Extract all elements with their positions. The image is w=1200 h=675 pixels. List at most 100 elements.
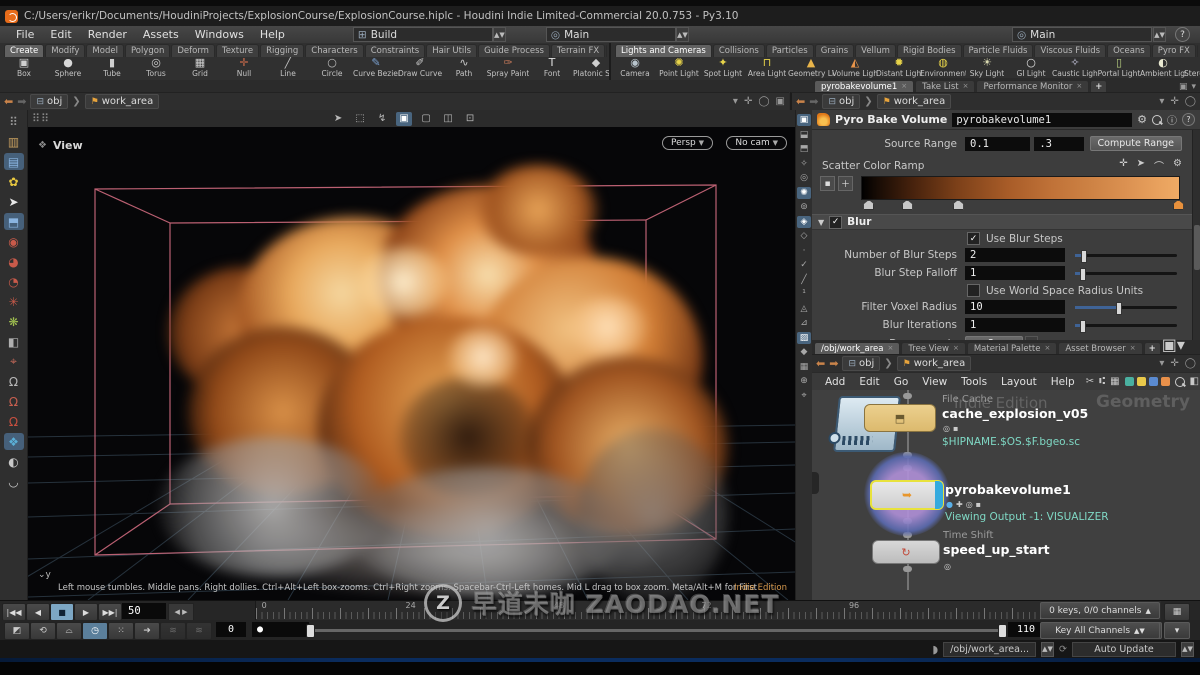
- crosshair-icon[interactable]: ⌖: [797, 390, 811, 402]
- view-mode-icon[interactable]: ◫: [440, 112, 456, 126]
- step-back-button[interactable]: ◀: [26, 603, 50, 621]
- ramp-arrow-icon[interactable]: ➤: [1137, 158, 1145, 173]
- shelf-tool-line[interactable]: ╱Line: [266, 57, 310, 80]
- network-panel-icon[interactable]: ◧: [1190, 376, 1199, 387]
- magnet-red-icon[interactable]: Ω: [4, 393, 24, 410]
- audio-icon[interactable]: ⟲: [30, 622, 56, 640]
- grid-display-icon[interactable]: ▨: [797, 332, 811, 344]
- breadcrumb-current[interactable]: ⚑ work_area: [85, 94, 160, 109]
- shelf-tool-area-light[interactable]: ⊓Area Light: [745, 57, 789, 80]
- param-link-icon[interactable]: ◯: [1185, 96, 1196, 107]
- panel-icon[interactable]: ▣: [776, 96, 785, 107]
- select-dynamics-icon[interactable]: ↯: [374, 112, 390, 126]
- select-pointer-icon[interactable]: ➤: [4, 193, 24, 210]
- shelf-tab-rigging[interactable]: Rigging: [260, 44, 304, 57]
- shelf-tab-rigid-bodies[interactable]: Rigid Bodies: [897, 44, 962, 57]
- drag-handle-icon[interactable]: ⠿: [4, 113, 24, 130]
- node-name-field[interactable]: pyrobakevolume1: [952, 113, 1132, 127]
- pane-split-icon[interactable]: ▾: [1177, 335, 1185, 354]
- network-menu-edit[interactable]: Edit: [852, 376, 886, 388]
- shelf-tool-box[interactable]: ▣Box: [2, 57, 46, 80]
- shelf-tool-grid[interactable]: ▦Grid: [178, 57, 222, 80]
- colored-tool-icon[interactable]: [1137, 377, 1146, 386]
- shelf-tool-spray-paint[interactable]: ✑Spray Paint: [486, 57, 530, 80]
- network-breadcrumb-current[interactable]: ⚑ work_area: [897, 356, 972, 371]
- blur-checkbox[interactable]: ✓: [829, 216, 842, 229]
- param-tab-take-list[interactable]: Take List×: [915, 80, 975, 92]
- param-breadcrumb-current[interactable]: ⚑ work_area: [877, 94, 952, 109]
- info-badge-icon[interactable]: ●: [946, 500, 953, 509]
- desktop-stepper[interactable]: ▲▼: [493, 27, 506, 42]
- network-forward-arrow-icon[interactable]: ➡: [829, 357, 838, 370]
- network-tab-tree-view[interactable]: Tree View×: [901, 342, 965, 354]
- keys-status-button[interactable]: 0 keys, 0/0 channels▲: [1040, 602, 1160, 619]
- pose-tool-icon[interactable]: ◉: [4, 233, 24, 250]
- layout-combo-left[interactable]: ◎ Main: [546, 27, 676, 42]
- branch-icon[interactable]: ⑆: [1099, 376, 1105, 387]
- camera-view-icon[interactable]: ⬓: [797, 129, 811, 141]
- shelf-tool-caustic-light[interactable]: ✧Caustic Light: [1053, 57, 1097, 80]
- network-tab-asset-browser[interactable]: Asset Browser×: [1058, 342, 1142, 354]
- blur-iterations-field[interactable]: 1: [965, 318, 1065, 332]
- magnet-red2-icon[interactable]: Ω: [4, 413, 24, 430]
- world-space-checkbox[interactable]: [967, 284, 980, 297]
- shelf-tab-vellum[interactable]: Vellum: [855, 44, 896, 57]
- network-search-icon[interactable]: [1175, 377, 1185, 387]
- pane-tab-handle[interactable]: [812, 472, 819, 494]
- path-dropdown-icon[interactable]: ▾: [733, 96, 738, 107]
- shelf-tab-oceans[interactable]: Oceans: [1107, 44, 1151, 57]
- blur-steps-slider[interactable]: [1075, 249, 1177, 261]
- orbit-icon[interactable]: ◐: [4, 453, 24, 470]
- wrench-icon[interactable]: ✂: [1086, 376, 1094, 387]
- view-layout-icon[interactable]: ▣: [797, 114, 811, 126]
- smooth-shade-icon[interactable]: ◇: [797, 230, 811, 242]
- camera-button[interactable]: No cam ▼: [726, 136, 787, 150]
- tab-close-icon[interactable]: ×: [1044, 344, 1050, 354]
- network-back-arrow-icon[interactable]: ⬅: [816, 357, 825, 370]
- pane-split-icon[interactable]: ▾: [1191, 82, 1196, 92]
- rotate-tool-icon[interactable]: ◕: [4, 253, 24, 270]
- shelf-tool-volume-light[interactable]: ◭Volume Light: [833, 57, 877, 80]
- use-blur-steps-checkbox[interactable]: ✓: [967, 232, 980, 245]
- network-breadcrumb-root[interactable]: ⊟ obj: [842, 356, 880, 371]
- keyframe-options-icon[interactable]: ◩: [4, 622, 30, 640]
- shelf-tool-ambient-light[interactable]: ◐Ambient Light: [1141, 57, 1185, 80]
- blur-falloff-slider[interactable]: [1075, 267, 1177, 279]
- lock-badge-icon[interactable]: ▪: [953, 424, 958, 433]
- timeline-ruler[interactable]: 024487296: [255, 601, 1161, 621]
- auto-update-select[interactable]: Auto Update: [1072, 642, 1176, 657]
- shelf-tool-geometry-light[interactable]: ▲Geometry Light: [789, 57, 833, 80]
- shade-icon[interactable]: ◈: [797, 216, 811, 228]
- tab-close-icon[interactable]: ×: [1076, 82, 1082, 92]
- blur-falloff-field[interactable]: 1: [965, 266, 1065, 280]
- network-tab-plus[interactable]: +: [1144, 342, 1161, 354]
- link-icon[interactable]: ◯: [758, 96, 769, 107]
- network-menu-tools[interactable]: Tools: [954, 376, 994, 388]
- key-all-channels-button[interactable]: Key All Channels▲▼: [1040, 622, 1160, 639]
- menu-edit[interactable]: Edit: [42, 28, 79, 41]
- shelf-tab-fem[interactable]: FEM: [1197, 44, 1198, 57]
- pin-icon[interactable]: ✛: [744, 96, 752, 107]
- info-icon[interactable]: ⓘ: [1167, 112, 1177, 127]
- import-folder-icon[interactable]: ▥: [4, 133, 24, 150]
- shelf-tool-portal-light[interactable]: ▯Portal Light: [1097, 57, 1141, 80]
- persp-button[interactable]: Persp ▼: [662, 136, 713, 150]
- shelf-tool-path[interactable]: ∿Path: [442, 57, 486, 80]
- ramp-add-point-button[interactable]: ＋: [838, 176, 853, 191]
- tool-badge-icon[interactable]: ✚: [956, 500, 963, 509]
- collapse-arrow-icon[interactable]: ▼: [818, 218, 824, 227]
- add-view-icon[interactable]: ⊕: [797, 375, 811, 387]
- shelf-tool-curve-bezier[interactable]: ✎Curve Bezier: [354, 57, 398, 80]
- layout-right-stepper[interactable]: ▲▼: [1153, 27, 1166, 42]
- range-start-handle[interactable]: [306, 624, 315, 638]
- pyrobakevolume-node[interactable]: ➥: [870, 480, 944, 510]
- realtime-toggle-icon[interactable]: ◷: [82, 622, 108, 640]
- network-pin-icon[interactable]: ✛: [1170, 358, 1178, 369]
- shelf-tab-collisions[interactable]: Collisions: [713, 44, 765, 57]
- shelf-tool-platonic-solids[interactable]: ◆Platonic Solids: [574, 57, 609, 80]
- param-breadcrumb-root[interactable]: ⊟ obj: [822, 94, 860, 109]
- frame-stepper[interactable]: ◀ ▶: [168, 603, 194, 621]
- hand-blue-icon[interactable]: ❖: [4, 433, 24, 450]
- lock-badge-icon[interactable]: ▪: [976, 500, 981, 509]
- voxel-radius-field[interactable]: 10: [965, 300, 1065, 314]
